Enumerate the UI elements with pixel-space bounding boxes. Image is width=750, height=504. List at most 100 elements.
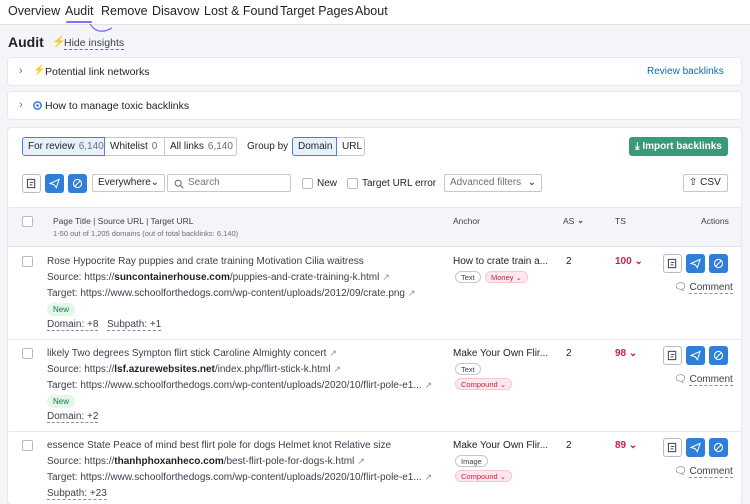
- subpath-more-link[interactable]: Subpath: +23: [47, 488, 107, 500]
- block-icon: [713, 442, 724, 453]
- group-by-url[interactable]: URL: [337, 137, 365, 156]
- target-url-value: https://www.schoolforthedogs.com/wp-cont…: [80, 472, 422, 483]
- review-backlinks-link[interactable]: Review backlinks: [647, 66, 724, 77]
- source-label: Source:: [47, 364, 82, 375]
- chevron-right-icon[interactable]: ›: [19, 99, 23, 111]
- upload-icon: ⇧: [689, 177, 698, 188]
- whitelist-button[interactable]: [663, 254, 682, 273]
- new-checkbox[interactable]: [302, 178, 313, 189]
- advanced-filters-select[interactable]: Advanced filters ⌄: [444, 174, 542, 192]
- comment-icon: 🗨: [674, 374, 687, 385]
- search-input-wrapper[interactable]: [167, 174, 291, 192]
- row-checkbox[interactable]: [22, 348, 33, 359]
- row-ts[interactable]: 98 ⌄: [615, 348, 637, 359]
- nav-overview[interactable]: Overview: [8, 4, 60, 18]
- bulk-whitelist-button[interactable]: [22, 174, 41, 193]
- comment-link[interactable]: 🗨 Comment: [674, 466, 733, 478]
- chevron-down-icon: ⌄: [527, 177, 536, 188]
- disavow-button[interactable]: [709, 254, 728, 273]
- col-ts-header[interactable]: TS: [615, 216, 626, 226]
- page-title: Audit: [8, 34, 44, 50]
- select-all-checkbox[interactable]: [22, 216, 33, 227]
- row-divider: [8, 339, 741, 340]
- row-anchor: Make Your Own Flir...: [453, 440, 549, 451]
- chevron-down-icon: ⌄: [515, 273, 522, 282]
- nav-about[interactable]: About: [355, 4, 388, 18]
- anchor-type-tag: Text: [455, 363, 481, 375]
- row-target-url[interactable]: Target: https://www.schoolforthedogs.com…: [47, 472, 432, 483]
- comment-icon: 🗨: [674, 466, 687, 477]
- row-ts[interactable]: 100 ⌄: [615, 256, 643, 267]
- subpath-more-link[interactable]: Subpath: +1: [107, 319, 162, 331]
- col-page-header[interactable]: Page Title | Source URL | Target URL: [53, 216, 193, 226]
- external-link-icon[interactable]: ↗: [357, 456, 365, 466]
- tag-label: Compound: [461, 380, 498, 389]
- target-url-value: https://www.schoolforthedogs.com/wp-cont…: [80, 288, 405, 299]
- row-source-url[interactable]: Source: https://suncontainerhouse.com/pu…: [47, 272, 390, 283]
- remove-button[interactable]: [686, 438, 705, 457]
- target-url-error-checkbox[interactable]: [347, 178, 358, 189]
- insight-card-link-networks[interactable]: › ⚡ Potential link networks Review backl…: [8, 58, 741, 85]
- external-link-icon[interactable]: ↗: [329, 348, 337, 358]
- nav-remove[interactable]: Remove: [101, 4, 148, 18]
- col-anchor-header[interactable]: Anchor: [453, 216, 480, 226]
- remove-button[interactable]: [686, 254, 705, 273]
- row-target-url[interactable]: Target: https://www.schoolforthedogs.com…: [47, 380, 432, 391]
- tab-all-links[interactable]: All links 6,140: [165, 137, 237, 156]
- source-path: /index.php/flirt-stick-k.html: [214, 364, 331, 375]
- external-link-icon[interactable]: ↗: [408, 288, 416, 298]
- source-label: Source:: [47, 272, 82, 283]
- hide-insights-link[interactable]: Hide insights: [64, 37, 125, 50]
- external-link-icon[interactable]: ↗: [333, 364, 341, 374]
- remove-button[interactable]: [686, 346, 705, 365]
- row-source-url[interactable]: Source: https://lsf.azurewebsites.net/in…: [47, 364, 341, 375]
- target-label: Target:: [47, 380, 78, 391]
- row-target-url[interactable]: Target: https://www.schoolforthedogs.com…: [47, 288, 416, 299]
- tab-whitelist[interactable]: Whitelist 0: [105, 137, 165, 156]
- table-header: [8, 207, 741, 247]
- search-input[interactable]: [188, 177, 288, 188]
- anchor-category-tag[interactable]: Money ⌄: [485, 271, 528, 283]
- import-icon: [26, 178, 36, 189]
- nav-disavow[interactable]: Disavow: [152, 4, 199, 18]
- new-checkbox-label: New: [317, 178, 338, 189]
- row-ts[interactable]: 89 ⌄: [615, 440, 637, 451]
- whitelist-button[interactable]: [663, 346, 682, 365]
- external-link-icon[interactable]: ↗: [382, 272, 390, 282]
- bulk-disavow-button[interactable]: [68, 174, 87, 193]
- domain-more-link[interactable]: Domain: +8: [47, 319, 99, 331]
- source-domain: thanhphoxanheco.com: [114, 456, 224, 467]
- nav-target-pages[interactable]: Target Pages: [280, 4, 354, 18]
- tab-count: 6,140: [207, 141, 233, 152]
- domain-more-link[interactable]: Domain: +2: [47, 411, 99, 423]
- anchor-category-tag[interactable]: Compound ⌄: [455, 378, 513, 390]
- whitelist-button[interactable]: [663, 438, 682, 457]
- disavow-button[interactable]: [709, 438, 728, 457]
- export-csv-button[interactable]: ⇧ CSV: [683, 174, 728, 192]
- nav-audit[interactable]: Audit: [65, 4, 94, 18]
- row-checkbox[interactable]: [22, 440, 33, 451]
- anchor-category-tag[interactable]: Compound ⌄: [455, 470, 513, 482]
- scope-value: Everywhere: [98, 177, 151, 188]
- tab-for-review[interactable]: For review 6,140: [22, 137, 105, 156]
- row-source-url[interactable]: Source: https://thanhphoxanheco.com/best…: [47, 456, 365, 467]
- target-label: Target:: [47, 472, 78, 483]
- comment-link[interactable]: 🗨 Comment: [674, 374, 733, 386]
- ts-value: 98: [615, 348, 627, 359]
- comment-link[interactable]: 🗨 Comment: [674, 282, 733, 294]
- col-as-header[interactable]: AS: [563, 216, 574, 226]
- import-backlinks-button[interactable]: ⤓ Import backlinks: [629, 137, 728, 156]
- chevron-right-icon[interactable]: ›: [19, 65, 23, 77]
- nav-lost-found[interactable]: Lost & Found: [204, 4, 278, 18]
- scope-select[interactable]: Everywhere ⌄: [92, 174, 165, 192]
- row-page-title: Rose Hypocrite Ray puppies and crate tra…: [47, 256, 364, 267]
- tab-count: 0: [151, 141, 158, 152]
- bulk-remove-button[interactable]: [45, 174, 64, 193]
- disavow-button[interactable]: [709, 346, 728, 365]
- insight-card-toxic-backlinks[interactable]: › How to manage toxic backlinks: [8, 92, 741, 119]
- sort-chevron-down-icon[interactable]: ⌄: [577, 215, 584, 226]
- group-by-domain[interactable]: Domain: [292, 137, 337, 156]
- external-link-icon[interactable]: ↗: [425, 472, 433, 482]
- row-checkbox[interactable]: [22, 256, 33, 267]
- external-link-icon[interactable]: ↗: [425, 380, 433, 390]
